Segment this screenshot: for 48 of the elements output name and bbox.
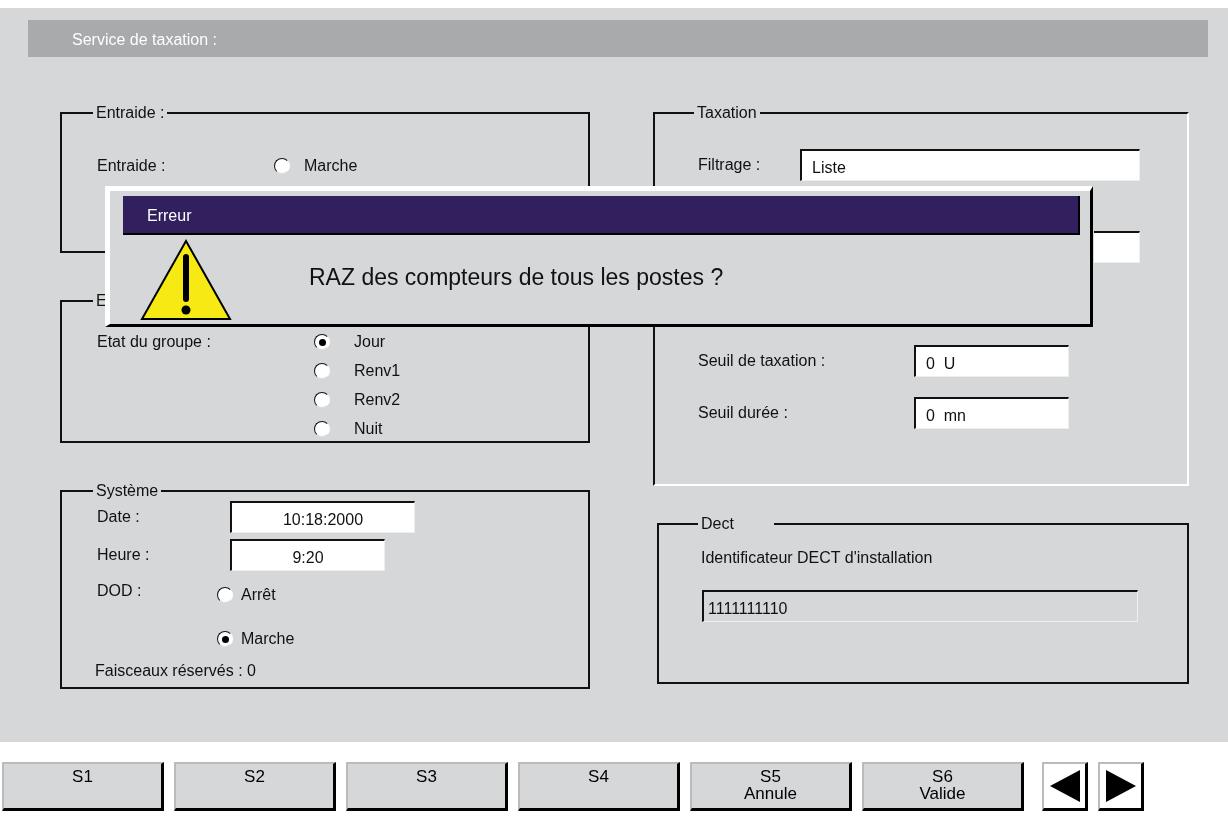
warning-icon xyxy=(140,239,232,321)
group-title: Système xyxy=(95,483,160,499)
header-title: Service de taxation : xyxy=(28,20,1208,57)
field-label: DOD : xyxy=(97,581,143,601)
field-label: Identificateur DECT d'installation xyxy=(701,548,934,568)
left-arrow-button[interactable] xyxy=(1042,762,1088,811)
group-title: Entraide : xyxy=(95,105,166,121)
group-title: Dect xyxy=(700,516,735,532)
soft-key[interactable]: S5 Annule xyxy=(690,762,852,811)
radio-label: Marche xyxy=(304,156,358,176)
radio-button[interactable] xyxy=(314,392,330,408)
dialog-message: RAZ des compteurs de tous les postes ? xyxy=(309,262,724,292)
info-text: Faisceaux réservés : 0 xyxy=(95,661,257,681)
radio-label: Nuit xyxy=(354,419,383,439)
soft-key[interactable]: S2 xyxy=(174,762,336,811)
radio-button[interactable] xyxy=(314,334,330,350)
soft-key[interactable]: S4 xyxy=(518,762,680,811)
soft-key[interactable]: S1 xyxy=(2,762,164,811)
radio-button[interactable] xyxy=(217,631,233,647)
soft-key[interactable]: S3 xyxy=(346,762,508,811)
radio-label: Renv2 xyxy=(354,390,401,410)
radio-button[interactable] xyxy=(217,587,233,603)
field-label: Date : xyxy=(97,507,141,527)
radio-label: Renv1 xyxy=(354,361,401,381)
field-label: Seuil de taxation : xyxy=(698,351,827,371)
input-field[interactable]: 0 mn xyxy=(914,397,1069,429)
field-label: Entraide : xyxy=(97,156,167,176)
radio-label: Arrêt xyxy=(241,585,276,605)
input-field[interactable]: 10:18:2000 xyxy=(230,501,415,533)
field-label: Seuil durée : xyxy=(698,403,789,423)
field-label: Heure : xyxy=(97,545,151,565)
dialog-title: Erreur xyxy=(123,196,1080,235)
input-field[interactable]: 0 U xyxy=(914,345,1069,377)
field-label: Filtrage : xyxy=(698,155,762,175)
radio-label: Marche xyxy=(241,629,295,649)
radio-button[interactable] xyxy=(274,158,290,174)
input-field[interactable]: 9:20 xyxy=(230,539,385,571)
soft-key[interactable]: S6 Valide xyxy=(862,762,1024,811)
input-field[interactable]: Liste xyxy=(800,149,1140,181)
field-label: Etat du groupe : xyxy=(97,332,212,352)
input-field[interactable]: 1111111110 xyxy=(702,590,1138,622)
right-arrow-button[interactable] xyxy=(1098,762,1144,811)
group-title: E xyxy=(95,293,108,309)
group-title: Taxation xyxy=(696,105,758,121)
input-field[interactable] xyxy=(1094,231,1140,263)
radio-label: Jour xyxy=(354,332,386,352)
radio-button[interactable] xyxy=(314,363,330,379)
radio-button[interactable] xyxy=(314,421,330,437)
